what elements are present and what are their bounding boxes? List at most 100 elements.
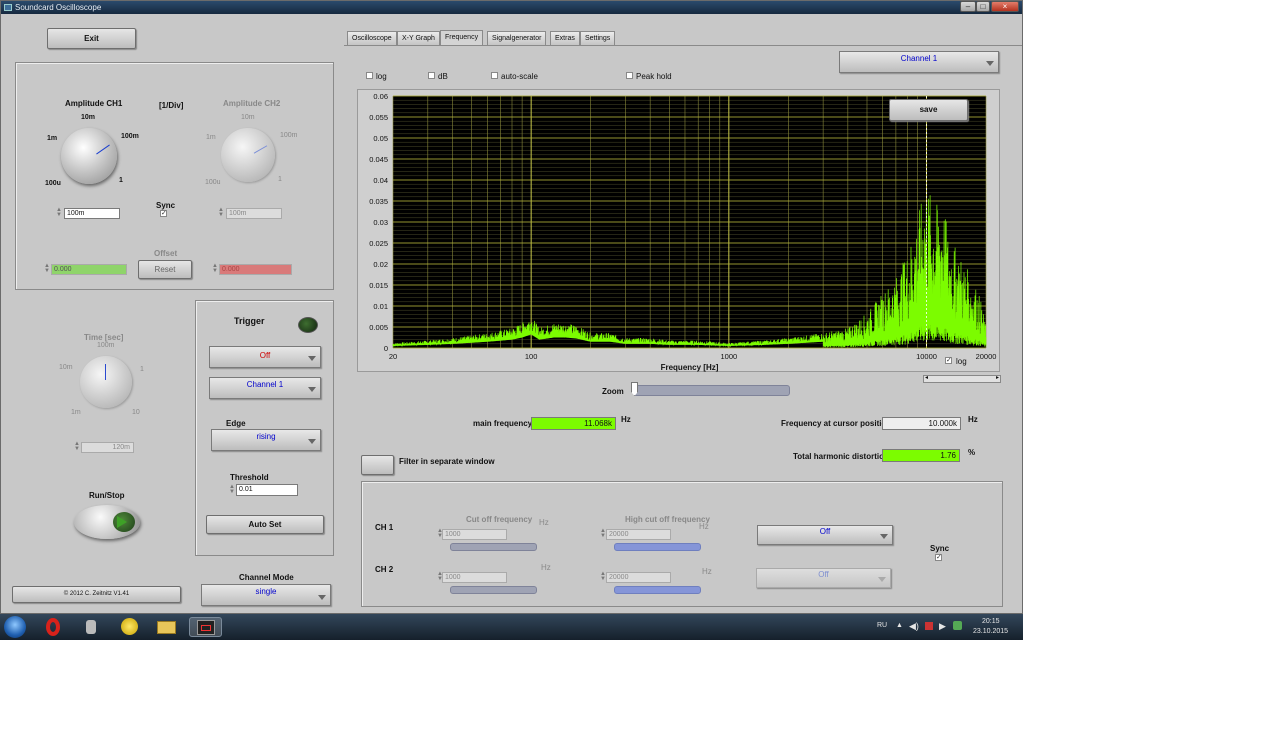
time-field[interactable]: 120m xyxy=(81,442,134,453)
ch1-cutoff-field[interactable]: 1000 xyxy=(442,529,507,540)
copyright-button[interactable]: © 2012 C. Zeitnitz V1.41 xyxy=(12,586,181,603)
media-icon[interactable]: ▶ xyxy=(939,621,946,632)
app-icon xyxy=(4,4,12,11)
edge-dropdown[interactable]: rising xyxy=(211,429,321,451)
tab-settings[interactable]: Settings xyxy=(580,31,616,45)
main-frequency-value: 11.068k xyxy=(531,417,616,430)
channel-mode-value: single xyxy=(255,587,277,596)
ch1-cutoff-slider[interactable] xyxy=(450,543,537,551)
offset-ch2-field[interactable]: 0.000 xyxy=(219,264,292,275)
ch2-highcut-slider[interactable] xyxy=(614,586,701,594)
amp1-tick-1: 1 xyxy=(119,177,123,184)
amplitude-ch2-field[interactable]: 100m xyxy=(226,208,282,219)
scope-app-taskbar-icon[interactable] xyxy=(189,617,222,637)
amp2-tick-1: 1 xyxy=(278,176,282,183)
amp2-spinner[interactable]: ▲ ▼ xyxy=(218,207,224,218)
amplitude-ch1-field[interactable]: 100m xyxy=(64,208,120,219)
maximize-button[interactable]: □ xyxy=(976,1,990,12)
offset-ch1-field[interactable]: 0.000 xyxy=(51,264,127,275)
clock-time[interactable]: 20:15 xyxy=(982,618,1000,625)
ch2-filter-mode-dropdown[interactable]: Off xyxy=(756,568,891,588)
ch1-filter-mode-dropdown[interactable]: Off xyxy=(757,525,893,545)
amplitude-unit: [1/Div] xyxy=(159,101,184,110)
y-tick-label: 0.045 xyxy=(369,155,388,164)
tab-frequency[interactable]: Frequency xyxy=(440,30,484,46)
taskbar: RU ▲ ◀) ▶ 20:15 23.10.2015 xyxy=(0,614,1023,640)
amp2-tick-1m: 1m xyxy=(206,134,216,141)
filter-sync-label: Sync xyxy=(930,544,950,553)
time-tick-10: 10 xyxy=(132,409,140,416)
offset-label: Offset xyxy=(154,249,178,258)
opera-icon[interactable] xyxy=(40,617,66,637)
tab-signalgenerator[interactable]: Signalgenerator xyxy=(487,31,547,45)
chevron-down-icon xyxy=(308,439,316,444)
filter-window-button[interactable] xyxy=(361,455,394,475)
app-icon-tool[interactable] xyxy=(78,617,104,637)
ch2-cutoff-slider[interactable] xyxy=(450,586,537,594)
tray-expand-icon[interactable]: ▲ xyxy=(896,622,903,629)
exit-button[interactable]: Exit xyxy=(47,28,136,49)
chevron-down-icon xyxy=(878,577,886,582)
graph-scrollbar[interactable]: ◂ ▸ xyxy=(923,375,1001,383)
save-button[interactable]: save xyxy=(889,99,968,121)
network-icon[interactable] xyxy=(953,621,962,630)
ch2-highcut-field[interactable]: 20000 xyxy=(606,572,671,583)
amplitude-ch1-knob[interactable] xyxy=(61,128,117,184)
threshold-label: Threshold xyxy=(230,473,269,482)
x-log-checkbox[interactable]: ✓ xyxy=(945,357,952,364)
amp2-tick-100m: 100m xyxy=(280,132,298,139)
title-bar: Soundcard Oscilloscope – □ × xyxy=(1,1,1022,14)
thd-unit: % xyxy=(968,448,976,457)
time-spinner[interactable]: ▲ ▼ xyxy=(74,441,80,452)
zoom-slider[interactable] xyxy=(633,385,790,396)
autoscale-checkbox[interactable] xyxy=(491,72,498,79)
ch1-highcut-field[interactable]: 20000 xyxy=(606,529,671,540)
y-tick-label: 0.015 xyxy=(369,281,388,290)
log-option-label: log xyxy=(376,72,387,81)
volume-icon[interactable]: ◀) xyxy=(909,621,919,632)
main-frequency-unit: Hz xyxy=(621,415,631,424)
trigger-channel-value: Channel 1 xyxy=(246,380,284,389)
db-checkbox[interactable] xyxy=(428,72,435,79)
clock-date[interactable]: 23.10.2015 xyxy=(973,628,1008,635)
time-knob[interactable] xyxy=(80,356,132,408)
trigger-channel-dropdown[interactable]: Channel 1 xyxy=(209,377,321,399)
start-button[interactable] xyxy=(4,616,26,638)
amp1-tick-1m: 1m xyxy=(47,135,58,142)
chevron-down-icon xyxy=(308,356,316,361)
sync-checkbox[interactable]: ✓ xyxy=(160,210,167,217)
channel-mode-dropdown[interactable]: single xyxy=(201,584,331,606)
frequency-channel-dropdown[interactable]: Channel 1 xyxy=(839,51,999,73)
amplitude-ch1-title: Amplitude CH1 xyxy=(65,99,123,108)
amp1-spinner[interactable]: ▲ ▼ xyxy=(56,207,62,218)
offset2-spinner[interactable]: ▲ ▼ xyxy=(212,263,218,274)
chevron-down-icon xyxy=(308,387,316,392)
close-button[interactable]: × xyxy=(991,1,1019,12)
trigger-mode-dropdown[interactable]: Off xyxy=(209,346,321,368)
tab-oscilloscope[interactable]: Oscilloscope xyxy=(347,31,397,45)
amplitude-ch2-knob[interactable] xyxy=(221,128,275,182)
minimize-button[interactable]: – xyxy=(960,1,976,12)
threshold-field[interactable]: 0.01 xyxy=(236,484,298,496)
tab-extras[interactable]: Extras xyxy=(550,31,580,45)
offset1-spinner[interactable]: ▲ ▼ xyxy=(44,263,50,274)
ch1-highcut-slider[interactable] xyxy=(614,543,701,551)
reset-offset-button[interactable]: Reset xyxy=(138,260,192,279)
cursor-frequency-unit: Hz xyxy=(968,415,978,424)
threshold-spinner[interactable]: ▲ ▼ xyxy=(229,484,235,495)
log-checkbox[interactable] xyxy=(366,72,373,79)
language-indicator[interactable]: RU xyxy=(877,622,887,629)
ch2-cutoff-field[interactable]: 1000 xyxy=(442,572,507,583)
folder-icon[interactable] xyxy=(153,617,179,637)
frequency-channel-value: Channel 1 xyxy=(900,54,938,63)
tray-app-icon[interactable] xyxy=(925,622,933,630)
ch1-cutoff-label: Cut off frequency xyxy=(466,515,533,524)
filter-sync-checkbox[interactable]: ✓ xyxy=(935,554,942,561)
peakhold-checkbox[interactable] xyxy=(626,72,633,79)
auto-set-button[interactable]: Auto Set xyxy=(206,515,324,534)
peakhold-option-label: Peak hold xyxy=(636,72,672,81)
y-tick-label: 0.03 xyxy=(373,218,388,227)
tab-xy-graph[interactable]: X-Y Graph xyxy=(397,31,440,45)
app-icon-yellow[interactable] xyxy=(116,617,142,637)
time-tick-1m: 1m xyxy=(71,409,81,416)
